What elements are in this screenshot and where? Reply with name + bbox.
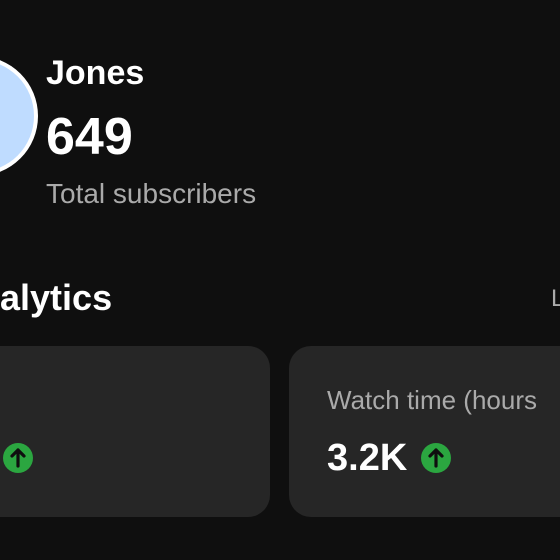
channel-name: Jones xyxy=(46,54,145,92)
analytics-card-watch-time[interactable]: Watch time (hours 3.2K xyxy=(289,346,560,517)
avatar-image xyxy=(0,60,34,172)
arrow-up-circle-icon xyxy=(3,443,34,473)
analytics-card-label: Watch time (hours xyxy=(327,385,537,415)
analytics-card-value-row: K xyxy=(0,436,34,480)
analytics-section-title: l analytics xyxy=(0,277,113,318)
subscriber-count: 649 xyxy=(46,108,133,166)
analytics-card-value-row: 3.2K xyxy=(327,436,452,480)
arrow-up-circle-icon xyxy=(421,443,452,473)
channel-avatar[interactable] xyxy=(0,56,38,176)
channel-dashboard: Jones 649 Total subscribers l analytics … xyxy=(0,0,560,560)
analytics-card-views[interactable]: K xyxy=(0,346,270,517)
subscriber-label: Total subscribers xyxy=(46,178,257,209)
analytics-card-value: 3.2K xyxy=(327,437,408,479)
analytics-section-link[interactable]: L xyxy=(551,284,560,314)
